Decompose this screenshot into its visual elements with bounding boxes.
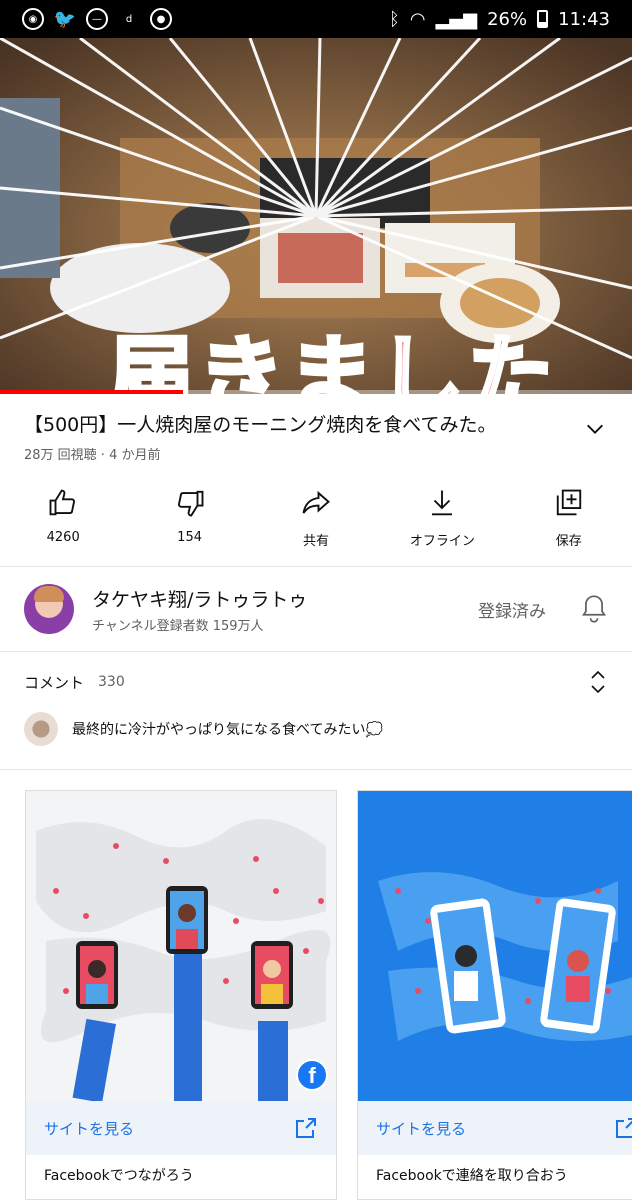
ad-carousel[interactable]: f サイトを見る Facebookでつながろう サイトを見る Facebookで…	[0, 770, 632, 1200]
offline-button[interactable]: オフライン	[379, 478, 505, 566]
like-button[interactable]: 4260	[0, 478, 126, 566]
channel-avatar[interactable]	[24, 584, 74, 634]
battery-icon	[537, 10, 549, 28]
like-count: 4260	[46, 530, 80, 545]
ad-card[interactable]: サイトを見る Facebookで連絡を取り合おう	[357, 790, 632, 1200]
external-link-icon	[296, 1118, 316, 1138]
comments-section[interactable]: コメント 330 最終的に冷汁がやっぱり気になる食べてみたい💭	[0, 652, 632, 768]
notification-app-icon: ●	[150, 8, 172, 30]
share-label: 共有	[302, 534, 329, 549]
save-button[interactable]: 保存	[506, 478, 632, 566]
ad-image	[358, 791, 632, 1101]
video-title: 【500円】一人焼肉屋のモーニング焼肉を食べてみた。	[24, 414, 497, 436]
save-label: 保存	[555, 534, 582, 549]
thumbs-up-icon	[49, 489, 76, 516]
visit-site-label: サイトを見る	[376, 1119, 467, 1138]
visit-site-label: サイトを見る	[44, 1119, 135, 1138]
wifi-calling-icon: ◉	[22, 8, 44, 30]
facebook-icon: f	[296, 1059, 328, 1091]
video-actions: 4260 154 共有 オフライン 保存	[0, 478, 632, 566]
top-comment: 最終的に冷汁がやっぱり気になる食べてみたい💭	[72, 722, 383, 738]
signal-icon: ▂▄▆	[435, 8, 478, 30]
ad-description: Facebookで連絡を取り合おう	[376, 1168, 568, 1184]
video-meta: 28万 回視聴 · 4 か月前	[24, 448, 161, 463]
wifi-icon: ◠	[409, 8, 426, 30]
channel-name[interactable]: タケヤキ翔/ラトゥラトゥ	[92, 585, 307, 612]
thumbs-down-icon	[177, 490, 204, 517]
ad-image	[26, 791, 336, 1101]
health-app-icon: d	[125, 13, 133, 25]
dislike-count: 154	[177, 530, 202, 545]
channel-row[interactable]: タケヤキ翔/ラトゥラトゥ チャンネル登録者数 159万人 登録済み	[0, 567, 632, 651]
dislike-button[interactable]: 154	[126, 478, 252, 566]
ad-card[interactable]: f サイトを見る Facebookでつながろう	[25, 790, 337, 1200]
clock: 11:43	[558, 8, 610, 30]
ad-description: Facebookでつながろう	[44, 1168, 194, 1184]
comments-count: 330	[98, 674, 125, 690]
visit-site-button[interactable]: サイトを見る	[26, 1101, 336, 1155]
offline-label: オフライン	[409, 534, 475, 549]
comments-label: コメント	[24, 673, 85, 692]
commenter-avatar	[24, 712, 58, 746]
share-icon	[302, 490, 330, 514]
twitter-icon: 🐦	[53, 8, 77, 30]
chevron-down-icon[interactable]	[584, 418, 606, 440]
battery-percent: 26%	[487, 8, 528, 30]
share-button[interactable]: 共有	[253, 478, 379, 566]
status-bar: ◉ 🐦 — d ● ᛒ ◠ ▂▄▆ 26% 11:43	[0, 0, 632, 38]
bell-icon[interactable]	[580, 594, 608, 624]
channel-subscribers: チャンネル登録者数 159万人	[92, 618, 264, 634]
visit-site-button[interactable]: サイトを見る	[358, 1101, 632, 1155]
subscribed-button[interactable]: 登録済み	[478, 597, 546, 622]
external-link-icon	[616, 1118, 632, 1138]
video-caption: 届きました	[106, 326, 558, 395]
expand-collapse-icon[interactable]	[588, 669, 608, 695]
do-not-disturb-icon: —	[86, 8, 108, 30]
bluetooth-icon: ᛒ	[389, 8, 400, 30]
video-player[interactable]: 届きました	[0, 38, 632, 394]
download-icon	[432, 490, 453, 516]
save-to-playlist-icon	[556, 489, 581, 516]
video-title-section[interactable]: 【500円】一人焼肉屋のモーニング焼肉を食べてみた。 28万 回視聴 · 4 か…	[0, 394, 632, 476]
